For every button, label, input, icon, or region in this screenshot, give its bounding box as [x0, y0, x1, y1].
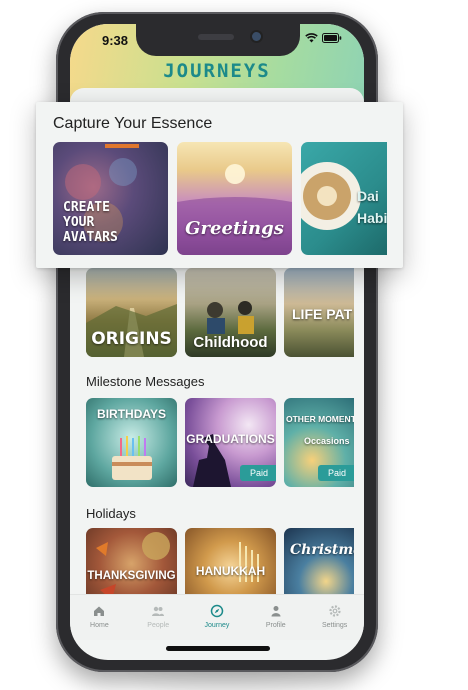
- people-icon: [152, 606, 165, 616]
- card-create-avatars[interactable]: CREATE YOUR AVATARS: [53, 142, 168, 255]
- card-label-line1: CREATE: [63, 200, 110, 215]
- section-title-holidays: Holidays: [86, 506, 136, 521]
- tab-label: Profile: [265, 622, 286, 629]
- card-childhood[interactable]: Childhood: [185, 268, 276, 357]
- card-label: THANKSGIVING: [87, 570, 176, 582]
- compass-icon: [210, 604, 224, 618]
- tab-journey[interactable]: Journey: [188, 595, 247, 640]
- card-daily-habits[interactable]: Dai Habi: [301, 142, 387, 255]
- tab-label: Journey: [204, 622, 230, 629]
- tab-label: Home: [90, 622, 109, 629]
- card-label: LIFE PAT: [292, 306, 353, 322]
- card-other-moments[interactable]: OTHER MOMENT Occasions Paid: [284, 398, 354, 487]
- card-label: Christmas: [290, 542, 354, 558]
- card-label-line2: YOUR: [63, 215, 95, 230]
- card-label: CREATE YOUR AVATARS: [63, 200, 168, 245]
- card-label-line2: Occasions: [304, 436, 350, 446]
- tab-profile[interactable]: Profile: [246, 595, 305, 640]
- card-label: Greetings: [185, 218, 284, 239]
- paid-badge: Paid: [317, 465, 354, 481]
- status-icons: [305, 33, 342, 43]
- tab-settings[interactable]: Settings: [305, 595, 364, 640]
- card-label-line2: Habi: [357, 210, 387, 226]
- card-birthdays[interactable]: BIRTHDAYS: [86, 398, 177, 487]
- speaker-grille: [198, 34, 234, 40]
- popup-title: Capture Your Essence: [53, 115, 213, 132]
- card-graduations[interactable]: GRADUATIONS Paid: [185, 398, 276, 487]
- essence-row: CREATE YOUR AVATARS Greetings Dai Habi: [53, 142, 387, 255]
- gear-icon: [328, 605, 341, 617]
- card-label: GRADUATIONS: [186, 432, 275, 446]
- section-title-milestone: Milestone Messages: [86, 374, 205, 389]
- card-label-line3: AVATARS: [63, 230, 118, 245]
- tab-bar: Home People Journey Profile Settings: [70, 594, 364, 640]
- capture-essence-panel: Capture Your Essence CREATE YOUR AVATARS…: [36, 102, 403, 268]
- wifi-icon: [305, 33, 318, 43]
- home-icon: [94, 606, 105, 616]
- tab-label: People: [147, 622, 170, 629]
- card-label: Childhood: [193, 334, 268, 351]
- tab-people[interactable]: People: [129, 595, 188, 640]
- battery-icon: [322, 33, 342, 43]
- tab-label: Settings: [321, 622, 348, 629]
- milestone-row: BIRTHDAYS GRADUATIONS Paid OTHER MOMENT …: [86, 398, 354, 487]
- profile-icon: [271, 606, 281, 617]
- card-label: BIRTHDAYS: [97, 407, 166, 421]
- phone-notch: [136, 24, 300, 56]
- tab-home[interactable]: Home: [70, 595, 129, 640]
- card-label: OTHER MOMENT: [286, 414, 354, 424]
- card-label: HANUKKAH: [195, 564, 266, 578]
- paid-badge: Paid: [239, 465, 276, 481]
- card-label: ORIGINS: [91, 329, 172, 349]
- status-time: 9:38: [102, 33, 129, 48]
- card-origins[interactable]: ORIGINS: [86, 268, 177, 357]
- card-life-path[interactable]: LIFE PAT: [284, 268, 354, 357]
- card-greetings[interactable]: Greetings: [177, 142, 292, 255]
- camera-icon: [252, 32, 261, 41]
- home-indicator[interactable]: [166, 646, 270, 651]
- app-title: JOURNEYS: [163, 60, 271, 82]
- journey-row: ORIGINS Childhood LIFE PAT: [86, 268, 354, 357]
- card-label-line1: Dai: [357, 188, 379, 204]
